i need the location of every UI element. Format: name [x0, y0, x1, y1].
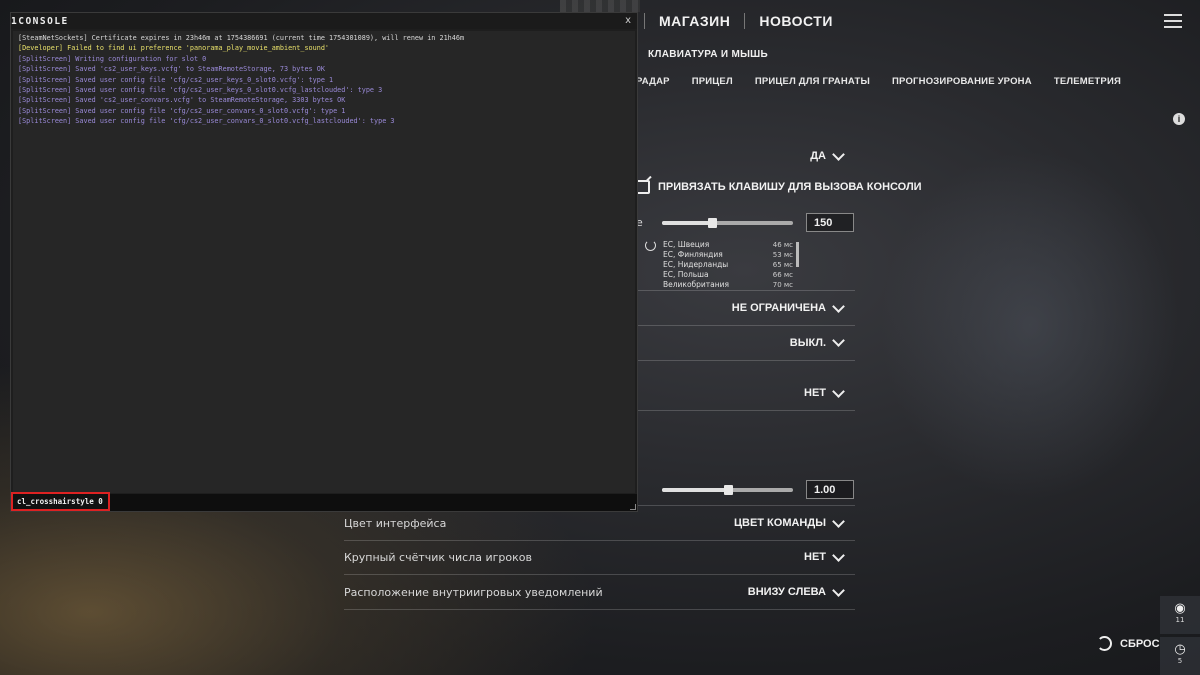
console-log-line: [SplitScreen] Saved user config file 'cf…	[18, 106, 346, 115]
dropdown-interface-color[interactable]: ЦВЕТ КОМАНДЫ	[733, 514, 855, 529]
chevron-down-icon	[832, 548, 845, 562]
dropdown-big-counter[interactable]: НЕТ	[804, 548, 855, 563]
chevron-down-icon	[832, 299, 845, 313]
slider-fill	[662, 488, 728, 492]
console-log-line: [SteamNetSockets] Certificate expires in…	[18, 34, 465, 42]
nav-separator	[643, 13, 645, 29]
chevron-down-icon	[832, 147, 845, 161]
history-count: 5	[1177, 657, 1183, 665]
server-ping: 65 мс	[772, 261, 793, 269]
close-icon[interactable]: x	[625, 15, 631, 26]
server-name: Великобритания	[663, 280, 730, 289]
setting-row-notifications: Расположение внутриигровых уведомлений В…	[344, 575, 855, 610]
nav-item-news[interactable]: НОВОСТИ	[759, 13, 833, 29]
chevron-down-icon	[832, 334, 845, 347]
external-link-icon	[636, 180, 650, 194]
slider-value-input[interactable]: 150	[806, 213, 854, 232]
slider-handle[interactable]	[707, 218, 717, 228]
slider-fill	[662, 221, 712, 225]
bind-console-key-button[interactable]: ПРИВЯЗАТЬ КЛАВИШУ ДЛЯ ВЫЗОВА КОНСОЛИ	[636, 180, 922, 194]
reset-icon	[1097, 636, 1112, 651]
slider-track[interactable]	[662, 218, 793, 228]
server-name: ЕС, Нидерланды	[663, 260, 729, 269]
server-ping: 66 мс	[772, 271, 793, 279]
slider-handle[interactable]	[723, 485, 733, 495]
console-log-line: [SplitScreen] Saved user config file 'cf…	[18, 86, 383, 95]
server-name: ЕС, Польша	[663, 270, 709, 279]
bind-console-label: ПРИВЯЗАТЬ КЛАВИШУ ДЛЯ ВЫЗОВА КОНСОЛИ	[658, 181, 922, 193]
chevron-down-icon	[832, 583, 845, 597]
console-title: 1CONSOLE	[11, 16, 69, 27]
nav-separator	[744, 13, 746, 29]
dropdown-no[interactable]: НЕТ	[804, 384, 855, 399]
refresh-icon[interactable]	[645, 240, 656, 251]
server-list: ЕС, Швеция 46 мс ЕС, Финляндия 53 мс ЕС, Н…	[663, 240, 793, 290]
console-log-line: [SplitScreen] Saved user config file 'cf…	[18, 117, 395, 126]
dropdown-value: НЕТ	[804, 387, 826, 399]
reset-label: СБРОС	[1120, 637, 1160, 650]
setting-label: Крупный счётчик числа игроков	[344, 550, 532, 564]
subtab-crosshair[interactable]: ПРИЦЕЛ	[692, 76, 733, 87]
subtab-damage-prediction[interactable]: ПРОГНОЗИРОВАНИЕ УРОНА	[892, 76, 1032, 87]
side-widget-history[interactable]: ◷ 5	[1160, 637, 1200, 675]
subtab-radar[interactable]: РАДАР	[636, 76, 670, 87]
list-item[interactable]: ЕС, Нидерланды 65 мс	[663, 260, 793, 270]
dropdown-value: НЕТ	[804, 551, 826, 563]
console-log[interactable]: [SteamNetSockets] Certificate expires in…	[13, 31, 635, 493]
console-input-row: cl_crosshairstyle 0	[11, 492, 637, 511]
reset-button[interactable]: СБРОС	[1097, 636, 1160, 651]
dropdown-yes[interactable]: ДА	[810, 147, 855, 162]
setting-row-big-counter: Крупный счётчик числа игроков НЕТ	[344, 540, 855, 575]
dropdown-value: ЦВЕТ КОМАНДЫ	[733, 517, 826, 529]
console-command-input[interactable]: cl_crosshairstyle 0	[11, 492, 110, 511]
background-blur	[880, 150, 1180, 500]
list-item[interactable]: ЕС, Швеция 46 мс	[663, 240, 793, 250]
server-list-scrollbar[interactable]	[796, 242, 799, 267]
dropdown-value: ДА	[810, 150, 826, 162]
server-ping: 70 мс	[772, 281, 793, 289]
dropdown-off[interactable]: ВЫКЛ.	[789, 334, 855, 349]
dropdown-value: НЕ ОГРАНИЧЕНА	[731, 302, 826, 314]
dropdown-notifications[interactable]: ВНИЗУ СЛЕВА	[747, 583, 855, 598]
console-window[interactable]: 1CONSOLE x [SteamNetSockets] Certificate…	[10, 12, 638, 512]
dropdown-unlimited[interactable]: НЕ ОГРАНИЧЕНА	[731, 299, 855, 314]
list-item[interactable]: ЕС, Польша 66 мс	[663, 270, 793, 280]
settings-subnav: РАДАР ПРИЦЕЛ ПРИЦЕЛ ДЛЯ ГРАНАТЫ ПРОГНОЗИ…	[636, 76, 1143, 87]
hamburger-menu-icon[interactable]	[1164, 10, 1182, 32]
broadcast-count: 11	[1175, 616, 1185, 624]
broadcast-icon: ◉	[1174, 601, 1186, 616]
chevron-down-icon	[832, 384, 845, 398]
subtab-grenade-crosshair[interactable]: ПРИЦЕЛ ДЛЯ ГРАНАТЫ	[755, 76, 870, 87]
server-ping: 46 мс	[772, 241, 793, 249]
subtab-telemetry[interactable]: ТЕЛЕМЕТРИЯ	[1054, 76, 1121, 87]
history-icon: ◷	[1174, 642, 1186, 657]
resize-grip-icon[interactable]	[630, 504, 636, 510]
setting-label: Расположение внутриигровых уведомлений	[344, 585, 603, 599]
console-log-line: [SplitScreen] Saved 'cs2_user_convars.vc…	[18, 96, 346, 105]
console-log-line: [SplitScreen] Saved 'cs2_user_keys.vcfg'…	[18, 65, 325, 74]
server-ping: 53 мс	[772, 251, 793, 259]
slider-value-input[interactable]: 1.00	[806, 480, 854, 499]
server-name: ЕС, Финляндия	[663, 250, 723, 259]
slider-track[interactable]	[662, 485, 793, 495]
tab-keyboard-mouse[interactable]: КЛАВИАТУРА И МЫШЬ	[648, 49, 768, 60]
dropdown-value: ВЫКЛ.	[789, 336, 826, 349]
pixelated-region	[560, 0, 640, 12]
console-log-line: [SplitScreen] Saved user config file 'cf…	[18, 75, 334, 84]
list-item[interactable]: ЕС, Финляндия 53 мс	[663, 250, 793, 260]
nav-item-store[interactable]: МАГАЗИН	[659, 13, 730, 29]
server-name: ЕС, Швеция	[663, 240, 710, 249]
side-widget-broadcast[interactable]: ◉ 11	[1160, 596, 1200, 634]
dropdown-value: ВНИЗУ СЛЕВА	[747, 586, 826, 598]
info-icon[interactable]: i	[1173, 113, 1185, 125]
console-log-line: [SplitScreen] Writing configuration for …	[18, 54, 207, 63]
list-item[interactable]: Великобритания 70 мс	[663, 280, 793, 290]
top-navigation: Э МАГАЗИН НОВОСТИ	[620, 0, 833, 42]
console-titlebar[interactable]: 1CONSOLE x	[11, 13, 637, 29]
console-log-line: [Developer] Failed to find ui preference…	[18, 44, 329, 53]
chevron-down-icon	[832, 514, 845, 528]
setting-label: Цвет интерфейса	[344, 516, 447, 530]
